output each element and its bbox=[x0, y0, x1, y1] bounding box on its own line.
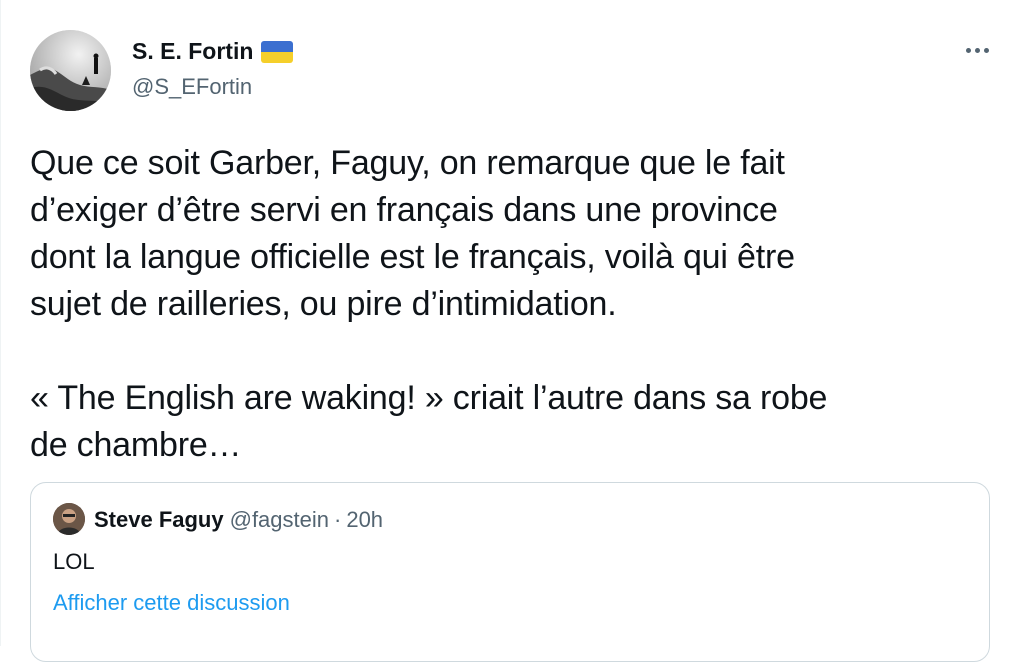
quoted-author-avatar bbox=[53, 503, 85, 535]
quoted-header: Steve Faguy @fagstein · 20h bbox=[94, 507, 383, 533]
timeline-divider bbox=[0, 0, 1, 646]
quoted-handle: @fagstein bbox=[229, 507, 329, 532]
separator-dot: · bbox=[334, 507, 342, 532]
author-handle[interactable]: @S_EFortin bbox=[132, 74, 252, 100]
tweet-card: S. E. Fortin @S_EFortin Que ce soit Garb… bbox=[0, 0, 1010, 662]
tweet-text: Que ce soit Garber, Faguy, on remarque q… bbox=[30, 144, 828, 464]
quoted-tweet-card[interactable]: Steve Faguy @fagstein · 20h LOL Afficher… bbox=[30, 482, 990, 662]
author-display-name[interactable]: S. E. Fortin bbox=[132, 38, 253, 65]
ukraine-flag-icon bbox=[261, 40, 294, 63]
more-options-icon[interactable] bbox=[960, 40, 994, 60]
author-avatar[interactable] bbox=[30, 30, 111, 111]
avatar-image bbox=[30, 30, 111, 111]
quoted-timestamp[interactable]: 20h bbox=[346, 507, 383, 533]
author-name-row[interactable]: S. E. Fortin bbox=[132, 38, 294, 65]
quoted-text: LOL bbox=[53, 549, 95, 574]
show-thread-link[interactable]: Afficher cette discussion bbox=[53, 590, 290, 616]
quoted-display-name: Steve Faguy bbox=[94, 507, 224, 532]
